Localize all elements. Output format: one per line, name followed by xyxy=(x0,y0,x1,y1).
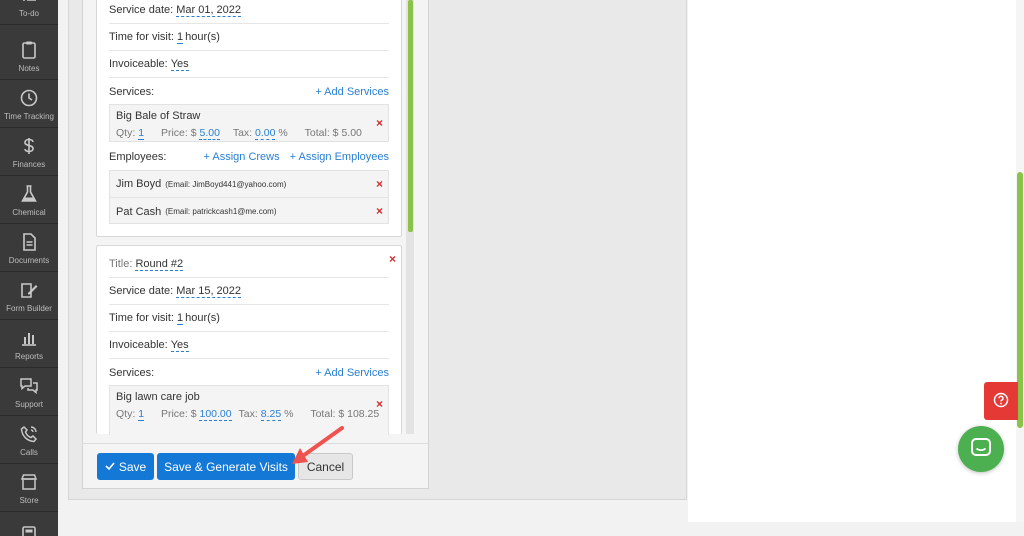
sidebar-item-store[interactable]: Store xyxy=(0,465,58,512)
sidebar-item-label: Finances xyxy=(12,160,46,169)
service-name: Big lawn care job xyxy=(116,391,200,403)
flask-icon xyxy=(18,183,40,205)
sidebar-item-documents[interactable]: Documents xyxy=(0,225,58,272)
help-button[interactable] xyxy=(984,382,1018,420)
employee-list: Jim Boyd (Email: JimBoyd441@yahoo.com) ×… xyxy=(109,170,389,224)
sidebar-item-support[interactable]: Support xyxy=(0,369,58,416)
service-date-value[interactable]: Mar 01, 2022 xyxy=(176,4,242,17)
service-details: Qty: 1 Price: $ 5.00 Tax: 0.00 % Total: … xyxy=(116,127,362,140)
sidebar-item-label: Documents xyxy=(8,256,50,265)
sidebar-item-calls[interactable]: Calls xyxy=(0,417,58,464)
service-item: Big Bale of Straw Qty: 1 Price: $ 5.00 T… xyxy=(109,104,389,142)
invoiceable-row: Invoiceable: Yes xyxy=(109,51,389,78)
save-button[interactable]: Save xyxy=(97,453,154,480)
service-item: Big lawn care job Qty: 1 Price: $ 100.00… xyxy=(109,385,389,435)
add-services-link[interactable]: + Add Services xyxy=(315,367,389,379)
bar-chart-icon xyxy=(18,327,40,349)
time-for-visit-value[interactable]: 1 xyxy=(177,31,184,44)
modal-footer-divider xyxy=(82,443,429,444)
sidebar-item-notes[interactable]: Notes xyxy=(0,33,58,80)
service-date-row: Service date: Mar 15, 2022 xyxy=(109,278,389,305)
employees-row: Employees: + Assign Crews + Assign Emplo… xyxy=(109,150,389,163)
service-total: 5.00 xyxy=(341,127,362,139)
service-details: Qty: 1 Price: $ 100.00 Tax: 8.25 % Total… xyxy=(116,408,380,421)
store-icon xyxy=(18,471,40,493)
sidebar-item-label: Chemical xyxy=(12,208,46,217)
time-for-visit-row: Time for visit: 1 hour(s) xyxy=(109,305,389,332)
chat-bubbles-icon xyxy=(18,375,40,397)
visit-card-2: × Title: Round #2 Service date: Mar 15, … xyxy=(96,245,402,435)
remove-visit-icon[interactable]: × xyxy=(389,253,396,265)
remove-employee-icon[interactable]: × xyxy=(376,205,383,217)
sidebar-item-finances[interactable]: Finances xyxy=(0,129,58,176)
remove-employee-icon[interactable]: × xyxy=(376,178,383,190)
remove-service-icon[interactable]: × xyxy=(376,398,383,410)
service-tax[interactable]: 0.00 xyxy=(255,127,276,140)
assign-employees-link[interactable]: + Assign Employees xyxy=(290,151,389,163)
invoiceable-value[interactable]: Yes xyxy=(170,58,189,71)
sidebar-item-label: Calls xyxy=(20,448,38,457)
calculator-icon xyxy=(18,524,40,536)
question-circle-icon xyxy=(993,392,1009,411)
todo-list-icon xyxy=(18,0,40,6)
phone-icon xyxy=(18,423,40,445)
service-price[interactable]: 5.00 xyxy=(199,127,220,140)
sidebar-item-form-builder[interactable]: Form Builder xyxy=(0,273,58,320)
cancel-button[interactable]: Cancel xyxy=(298,453,353,480)
sidebar-item-time-tracking[interactable]: Time Tracking xyxy=(0,81,58,128)
document-icon xyxy=(18,231,40,253)
sidebar-item-label: Reports xyxy=(14,352,43,361)
service-name: Big Bale of Straw xyxy=(116,110,201,122)
employee-item: Pat Cash (Email: patrickcash1@me.com) xyxy=(116,205,277,218)
sidebar-item-label: Store xyxy=(19,496,39,505)
clock-icon xyxy=(18,87,40,109)
service-date-row: Service date: Mar 01, 2022 xyxy=(109,0,389,24)
time-for-visit-row: Time for visit: 1 hour(s) xyxy=(109,24,389,51)
chat-icon xyxy=(970,437,992,462)
chat-widget-button[interactable] xyxy=(958,426,1004,472)
sidebar-item-chemical[interactable]: Chemical xyxy=(0,177,58,224)
employee-item: Jim Boyd (Email: JimBoyd441@yahoo.com) xyxy=(110,171,388,198)
services-row: Services: + Add Services xyxy=(109,85,389,98)
invoiceable-value[interactable]: Yes xyxy=(170,339,189,352)
sidebar-item-reports[interactable]: Reports xyxy=(0,321,58,368)
invoiceable-row: Invoiceable: Yes xyxy=(109,332,389,359)
title-row: Title: Round #2 xyxy=(109,251,389,278)
service-total: 108.25 xyxy=(347,408,380,420)
service-price[interactable]: 100.00 xyxy=(199,408,232,421)
service-qty[interactable]: 1 xyxy=(138,127,145,140)
check-icon xyxy=(105,460,115,474)
sidebar-item-todo[interactable]: To-do xyxy=(0,0,58,25)
visit-card-1: Service date: Mar 01, 2022 Time for visi… xyxy=(96,0,402,237)
add-services-link[interactable]: + Add Services xyxy=(315,86,389,98)
sidebar-item-label: Form Builder xyxy=(6,304,52,313)
visit-title-value[interactable]: Round #2 xyxy=(135,258,184,271)
service-qty[interactable]: 1 xyxy=(138,408,145,421)
clipboard-icon xyxy=(18,39,40,61)
sidebar-item-label: Support xyxy=(14,400,44,409)
dollar-icon xyxy=(18,135,40,157)
assign-crews-link[interactable]: + Assign Crews xyxy=(204,151,280,163)
form-edit-icon xyxy=(18,279,40,301)
sidebar-item-label: To-do xyxy=(18,9,39,18)
sidebar-nav: To-do Notes Time Tracking Finances Chemi… xyxy=(0,0,58,536)
remove-service-icon[interactable]: × xyxy=(376,117,383,129)
sidebar-item-calculator[interactable] xyxy=(0,513,58,536)
sidebar-item-label: Notes xyxy=(18,64,40,73)
service-date-value[interactable]: Mar 15, 2022 xyxy=(176,285,242,298)
modal-scrollbar-thumb[interactable] xyxy=(408,0,413,232)
save-generate-visits-button[interactable]: Save & Generate Visits xyxy=(157,453,295,480)
service-tax[interactable]: 8.25 xyxy=(260,408,282,421)
sidebar-item-label: Time Tracking xyxy=(4,112,54,121)
time-for-visit-value[interactable]: 1 xyxy=(177,312,184,325)
services-row: Services: + Add Services xyxy=(109,366,389,379)
